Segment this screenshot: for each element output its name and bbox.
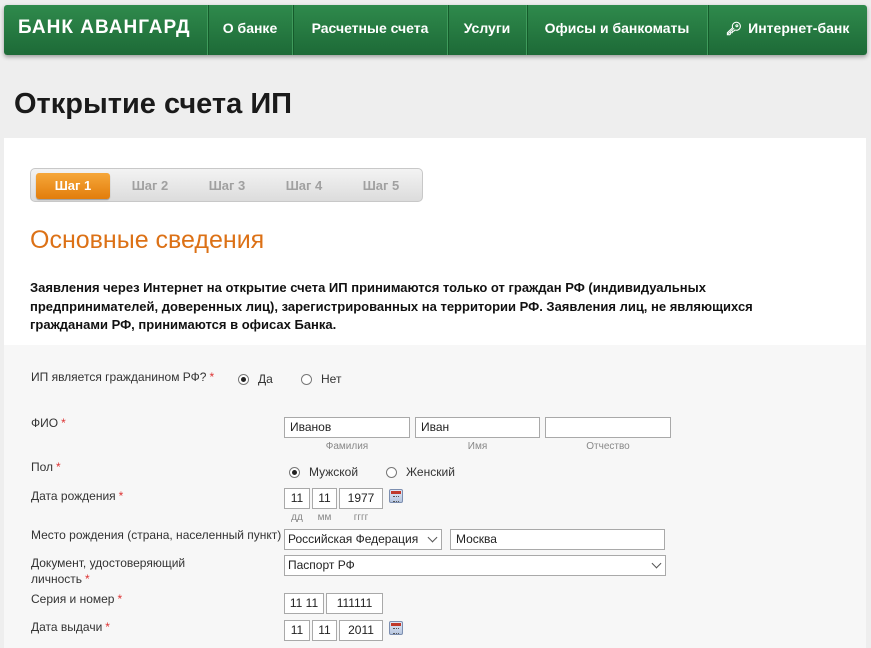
citizen-yes-radio[interactable]: Да (238, 372, 273, 386)
chevron-down-icon (427, 532, 438, 543)
step-5[interactable]: Шаг 5 (344, 173, 418, 199)
step-4[interactable]: Шаг 4 (267, 173, 341, 199)
passport-number-input[interactable]: 111111 (326, 593, 383, 614)
radio-unchecked-icon (386, 466, 397, 478)
calendar-icon[interactable] (389, 621, 403, 635)
nav-item-about[interactable]: О банке (207, 5, 292, 55)
month-hint: мм (317, 512, 332, 523)
notice-text: Заявления через Интернет на открытие сче… (30, 280, 753, 332)
nav-item-services[interactable]: Услуги (447, 5, 526, 55)
issue-month-input[interactable]: 11 (312, 620, 337, 641)
first-name-hint: Имя (467, 441, 488, 452)
day-hint: дд (291, 512, 303, 523)
internet-bank-label: Интернет-банк (748, 20, 850, 36)
nav-item-accounts[interactable]: Расчетные счета (292, 5, 447, 55)
top-navigation: БАНК АВАНГАРД О банке Расчетные счета Ус… (4, 5, 867, 55)
nav-item-offices[interactable]: Офисы и банкоматы (526, 5, 707, 55)
birth-city-input[interactable]: Москва (450, 529, 665, 550)
step-2[interactable]: Шаг 2 (113, 173, 187, 199)
citizen-no-radio[interactable]: Нет (301, 372, 341, 386)
last-name-hint: Фамилия (325, 441, 369, 452)
issue-date-label: Дата выдачи * (31, 620, 110, 634)
issue-year-input[interactable]: 2011 (339, 620, 383, 641)
fio-label: ФИО * (31, 416, 66, 430)
radio-checked-icon (238, 373, 249, 385)
nav-item-internet-bank[interactable]: 🔑︎ Интернет-банк (707, 5, 867, 55)
birth-year-input[interactable]: 1977 (339, 488, 383, 509)
chevron-down-icon (651, 558, 662, 569)
step-1[interactable]: Шаг 1 (36, 173, 110, 199)
birth-month-input[interactable]: 11 (312, 488, 337, 509)
step-indicator: Шаг 1 Шаг 2 Шаг 3 Шаг 4 Шаг 5 (30, 168, 423, 202)
document-type-select[interactable]: Паспорт РФ (284, 555, 666, 576)
key-icon: 🔑︎ (725, 21, 743, 36)
document-label: Документ, удостоверяющий личность * (31, 556, 186, 586)
calendar-icon[interactable] (389, 489, 403, 503)
patronymic-input[interactable] (545, 417, 671, 438)
gender-label: Пол * (31, 460, 61, 474)
gender-female-radio[interactable]: Женский (386, 465, 455, 479)
radio-unchecked-icon (301, 373, 312, 385)
birth-place-label: Место рождения (страна, населенный пункт… (31, 528, 289, 542)
radio-checked-icon (289, 466, 300, 478)
patronymic-hint: Отчество (586, 441, 630, 452)
step-3[interactable]: Шаг 3 (190, 173, 264, 199)
form-area (4, 345, 866, 648)
series-number-label: Серия и номер * (31, 592, 123, 606)
citizen-label: ИП является гражданином РФ? * (31, 370, 215, 384)
issue-day-input[interactable]: 11 (284, 620, 310, 641)
gender-male-radio[interactable]: Мужской (289, 465, 358, 479)
year-hint: гггг (353, 512, 369, 523)
section-title: Основные сведения (30, 226, 265, 254)
birth-date-label: Дата рождения * (31, 489, 124, 503)
first-name-input[interactable]: Иван (415, 417, 540, 438)
last-name-input[interactable]: Иванов (284, 417, 410, 438)
page-title: Открытие счета ИП (14, 88, 293, 120)
bank-logo[interactable]: БАНК АВАНГАРД (4, 5, 207, 55)
passport-series-input[interactable]: 11 11 (284, 593, 324, 614)
birth-country-select[interactable]: Российская Федерация (284, 529, 442, 550)
birth-day-input[interactable]: 11 (284, 488, 310, 509)
